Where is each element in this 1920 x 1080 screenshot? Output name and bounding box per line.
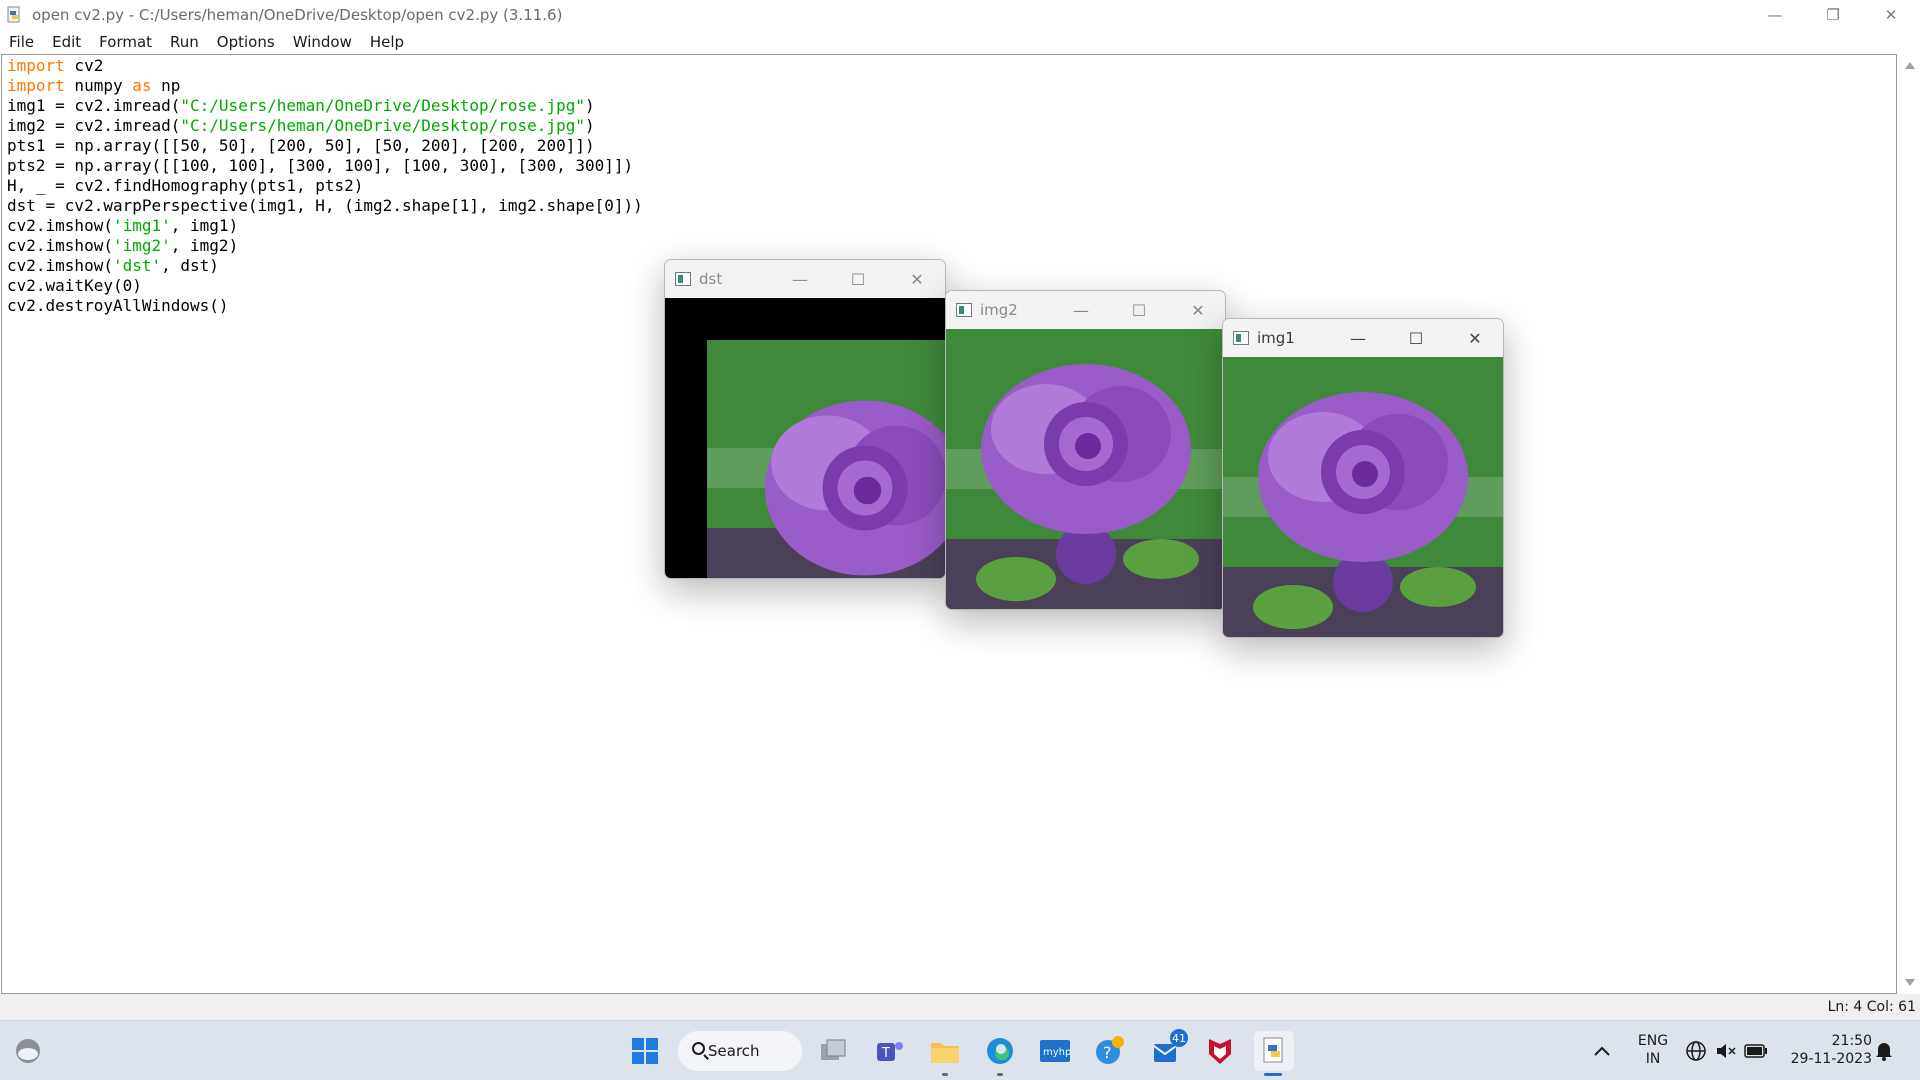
minimize-icon[interactable]: — [1347,327,1369,349]
cv-window-titlebar[interactable]: img2 — ☐ ✕ [946,291,1225,329]
window-title: open cv2.py - C:/Users/heman/OneDrive/De… [32,5,563,24]
code-line: pts1 = np.array([[50, 50], [200, 50], [5… [7,136,595,155]
close-icon[interactable]: ✕ [1862,0,1920,29]
opencv-window-icon [675,272,691,286]
title-bar: open cv2.py - C:/Users/heman/OneDrive/De… [0,0,1920,29]
minimize-icon[interactable]: — [1746,0,1804,29]
scroll-up-icon[interactable] [1905,62,1915,69]
cv-window-titlebar[interactable]: dst — ☐ ✕ [665,260,945,298]
menu-bar: File Edit Format Run Options Window Help [0,29,1920,54]
rose-image [1223,357,1503,637]
clock-time: 21:50 [1831,1033,1872,1049]
code-line: cv2.imshow('dst', dst) [7,256,219,275]
menu-run[interactable]: Run [170,33,199,51]
svg-text:myhp: myhp [1043,1047,1071,1058]
code-line: cv2.imshow('img1', img1) [7,216,239,235]
code-line: img1 = cv2.imread("C:/Users/heman/OneDri… [7,96,595,115]
code-line: import numpy as np [7,76,181,95]
opencv-window-icon [956,303,972,317]
myhp-icon[interactable]: myhp [1035,1031,1075,1071]
svg-text:?: ? [1103,1043,1112,1062]
maximize-icon[interactable]: ☐ [1405,327,1427,349]
opencv-window-icon [1233,331,1249,345]
battery-icon[interactable] [1738,1031,1774,1071]
running-indicator [942,1073,948,1076]
running-indicator [997,1073,1003,1076]
task-view-icon[interactable] [814,1031,854,1071]
idle-python-icon[interactable] [1254,1031,1294,1071]
minimize-icon[interactable]: — [789,268,811,290]
restore-icon[interactable]: ❐ [1804,0,1862,29]
teams-icon[interactable]: T [870,1031,910,1071]
weather-icon[interactable] [8,1031,48,1071]
menu-file[interactable]: File [9,33,34,51]
cv-window-dst[interactable]: dst — ☐ ✕ [664,259,946,579]
language-code: ENG [1637,1033,1669,1049]
status-bar: Ln: 4 Col: 61 [0,994,1920,1020]
cv-window-img2[interactable]: img2 — ☐ ✕ [945,290,1226,610]
menu-window[interactable]: Window [293,33,352,51]
region-code: IN [1645,1051,1661,1067]
mcafee-icon[interactable] [1200,1031,1240,1071]
cv-window-title: img2 [980,301,1018,319]
code-line: import cv2 [7,56,104,75]
rose-image [946,329,1225,609]
close-icon[interactable]: ✕ [906,268,928,290]
start-windows-icon[interactable] [625,1031,665,1071]
vertical-scrollbar[interactable] [1899,54,1920,994]
clock-date: 29-11-2023 [1790,1051,1872,1067]
mail-icon[interactable]: 41 [1146,1029,1188,1071]
menu-edit[interactable]: Edit [52,33,81,51]
search-label: Search [708,1042,760,1060]
code-line: H, _ = cv2.findHomography(pts1, pts2) [7,176,364,195]
code-line: cv2.imshow('img2', img2) [7,236,239,255]
code-line: cv2.waitKey(0) [7,276,142,295]
code-line: img2 = cv2.imread("C:/Users/heman/OneDri… [7,116,595,135]
close-icon[interactable]: ✕ [1464,327,1486,349]
cv-window-title: dst [699,270,723,288]
cv-window-title: img1 [1257,329,1295,347]
show-hidden-icons-icon[interactable] [1582,1031,1622,1071]
active-indicator [1264,1073,1282,1076]
minimize-icon[interactable]: — [1070,299,1092,321]
code-line: dst = cv2.warpPerspective(img1, H, (img2… [7,196,643,215]
maximize-icon[interactable]: ☐ [1128,299,1150,321]
python-file-icon [6,6,24,24]
code-line: cv2.destroyAllWindows() [7,296,229,315]
menu-help[interactable]: Help [370,33,404,51]
scroll-down-icon[interactable] [1905,979,1915,986]
taskbar-search[interactable]: Search [678,1031,802,1071]
code-line: pts2 = np.array([[100, 100], [300, 100],… [7,156,634,175]
language-indicator[interactable]: ENG IN [1634,1032,1672,1068]
code-text: import cv2 import numpy as np img1 = cv2.i… [7,56,643,316]
taskbar: Search T myhp ? 41 ENG IN 21:50 29-11-20… [0,1020,1920,1080]
svg-text:T: T [881,1046,890,1061]
file-explorer-icon[interactable] [925,1031,965,1071]
notification-bell-icon[interactable] [1866,1031,1902,1071]
get-help-icon[interactable]: ? [1090,1031,1130,1071]
cursor-position: Ln: 4 Col: 61 [1827,999,1916,1015]
cv-window-titlebar[interactable]: img1 — ☐ ✕ [1223,319,1503,357]
warped-rose-image [665,298,945,578]
edge-browser-icon[interactable] [980,1031,1020,1071]
mail-badge: 41 [1170,1029,1188,1047]
close-icon[interactable]: ✕ [1187,299,1209,321]
menu-format[interactable]: Format [99,33,152,51]
maximize-icon[interactable]: ☐ [847,268,869,290]
search-icon [692,1042,705,1055]
cv-window-img1[interactable]: img1 — ☐ ✕ [1222,318,1504,638]
menu-options[interactable]: Options [217,33,275,51]
clock[interactable]: 21:50 29-11-2023 [1780,1032,1872,1068]
